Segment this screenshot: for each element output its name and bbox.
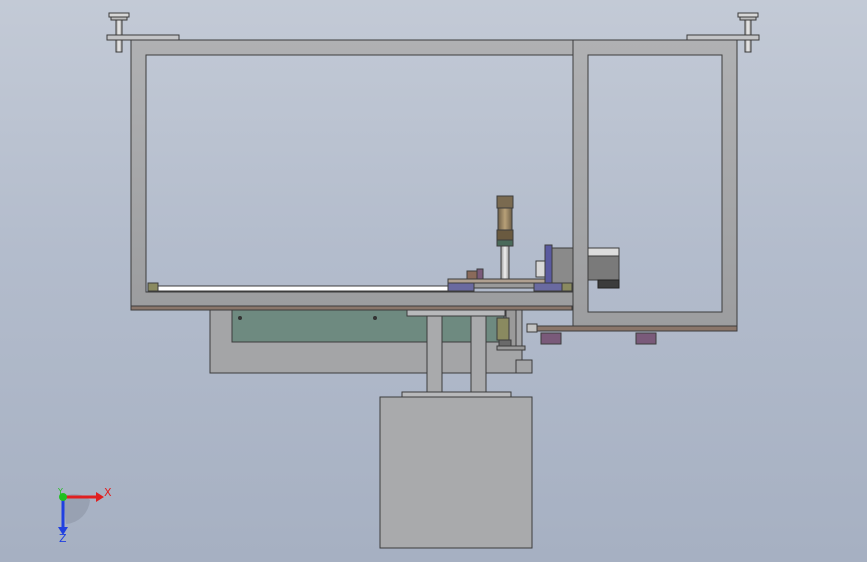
mounting-bolt-right (737, 12, 759, 53)
base-plate-left (130, 305, 573, 311)
bracket-tab-right (686, 34, 760, 41)
cad-viewport[interactable]: X Y Z (0, 0, 867, 562)
base-plate-right (532, 325, 738, 332)
conveyor-belt (147, 285, 449, 292)
x-axis-label: X (104, 486, 112, 499)
bracket-tab-left (106, 34, 180, 41)
slide-carriage (447, 282, 475, 292)
support-column-left (426, 315, 443, 395)
pneumatic-cylinder (496, 195, 514, 280)
main-frame-left (130, 39, 583, 307)
support-column-right (470, 315, 487, 395)
foot-block-1 (540, 332, 562, 345)
y-axis-label: Y (58, 487, 63, 496)
pedestal-base (379, 396, 533, 549)
mounting-bolt-left (108, 12, 130, 53)
foot-block-2 (635, 332, 657, 345)
small-block-brown (466, 270, 478, 280)
pedestal-cap (401, 391, 512, 398)
belt-end-block (147, 282, 159, 292)
coordinate-triad (58, 492, 104, 535)
small-block-purple (476, 268, 484, 280)
mechanical-assembly-drawing (58, 12, 760, 549)
z-axis-label: Z (59, 532, 67, 545)
